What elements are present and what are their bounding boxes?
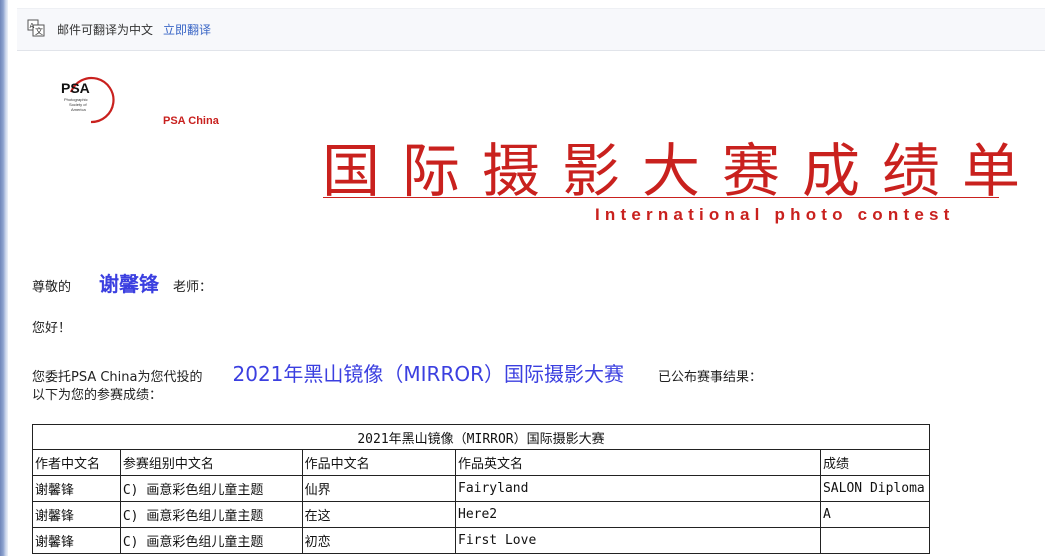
column-header: 作品英文名 (455, 449, 821, 476)
email-body: PSA Photographic Society of America PSA … (17, 50, 1045, 556)
salutation-suffix: 老师： (173, 280, 213, 295)
column-header: 参赛组别中文名 (119, 449, 303, 476)
work-en-cell: First Love (455, 527, 821, 554)
column-header: 作者中文名 (32, 449, 121, 476)
table-row: 谢馨锋 C) 画意彩色组儿童主题 在这 Here2 A (32, 501, 931, 528)
result-cell (819, 527, 931, 554)
table-caption-row: 2021年黑山镜像（MIRROR）国际摄影大赛 (32, 424, 930, 450)
translate-message: 邮件可翻译为中文 (57, 23, 154, 37)
work-cn-cell: 初恋 (301, 527, 457, 554)
category-cell: C) 画意彩色组儿童主题 (119, 475, 303, 502)
results-intro: 以下为您的参赛成绩： (32, 388, 163, 403)
column-header: 作品中文名 (301, 449, 457, 476)
svg-text:America: America (71, 107, 86, 112)
translate-bar: A 文 邮件可翻译为中文 立即翻译 (17, 8, 1045, 51)
left-window-edge (0, 0, 8, 556)
work-cn-cell: 仙界 (301, 475, 457, 502)
author-cell: 谢馨锋 (32, 527, 121, 554)
psa-china-label: PSA China (163, 115, 219, 127)
salutation: 尊敬的 谢馨锋 老师： (32, 268, 212, 297)
salutation-prefix: 尊敬的 (32, 280, 72, 295)
table-row: 谢馨锋 C) 画意彩色组儿童主题 初恋 First Love (32, 527, 931, 554)
work-en-cell: Fairyland (455, 475, 821, 502)
work-cn-cell: 在这 (301, 501, 457, 528)
entrust-suffix: 已公布赛事结果： (657, 370, 762, 385)
table-caption: 2021年黑山镜像（MIRROR）国际摄影大赛 (32, 424, 930, 450)
author-cell: 谢馨锋 (32, 501, 121, 528)
svg-text:文: 文 (35, 26, 43, 36)
psa-logo: PSA Photographic Society of America PSA … (61, 76, 221, 127)
translate-icon: A 文 (27, 19, 45, 37)
title-divider (323, 197, 999, 198)
svg-text:PSA: PSA (61, 80, 90, 96)
page-title-en: International photo contest (595, 205, 955, 224)
result-cell: SALON Diploma (819, 475, 931, 502)
translate-now-link[interactable]: 立即翻译 (163, 21, 211, 38)
entrust-line: 您委托PSA China为您代投的 2021年黑山镜像（MIRROR）国际摄影大赛… (32, 358, 762, 387)
column-header: 成绩 (819, 449, 931, 476)
author-cell: 谢馨锋 (32, 475, 121, 502)
table-header-row: 作者中文名 参赛组别中文名 作品中文名 作品英文名 成绩 (32, 449, 931, 476)
results-table: 2021年黑山镜像（MIRROR）国际摄影大赛 作者中文名 参赛组别中文名 作品… (32, 424, 931, 554)
category-cell: C) 画意彩色组儿童主题 (119, 501, 303, 528)
page-title-cn: 国际摄影大赛成绩单 (322, 137, 1043, 205)
greeting: 您好！ (32, 321, 72, 336)
work-en-cell: Here2 (455, 501, 821, 528)
contest-name: 2021年黑山镜像（MIRROR）国际摄影大赛 (232, 362, 624, 386)
table-row: 谢馨锋 C) 画意彩色组儿童主题 仙界 Fairyland SALON Dipl… (32, 475, 931, 502)
psa-logo-mark: PSA Photographic Society of America (61, 76, 115, 124)
recipient-name: 谢馨锋 (99, 272, 160, 296)
svg-text:A: A (30, 22, 35, 30)
result-cell: A (819, 501, 931, 528)
category-cell: C) 画意彩色组儿童主题 (119, 527, 303, 554)
entrust-prefix: 您委托PSA China为您代投的 (32, 370, 203, 385)
